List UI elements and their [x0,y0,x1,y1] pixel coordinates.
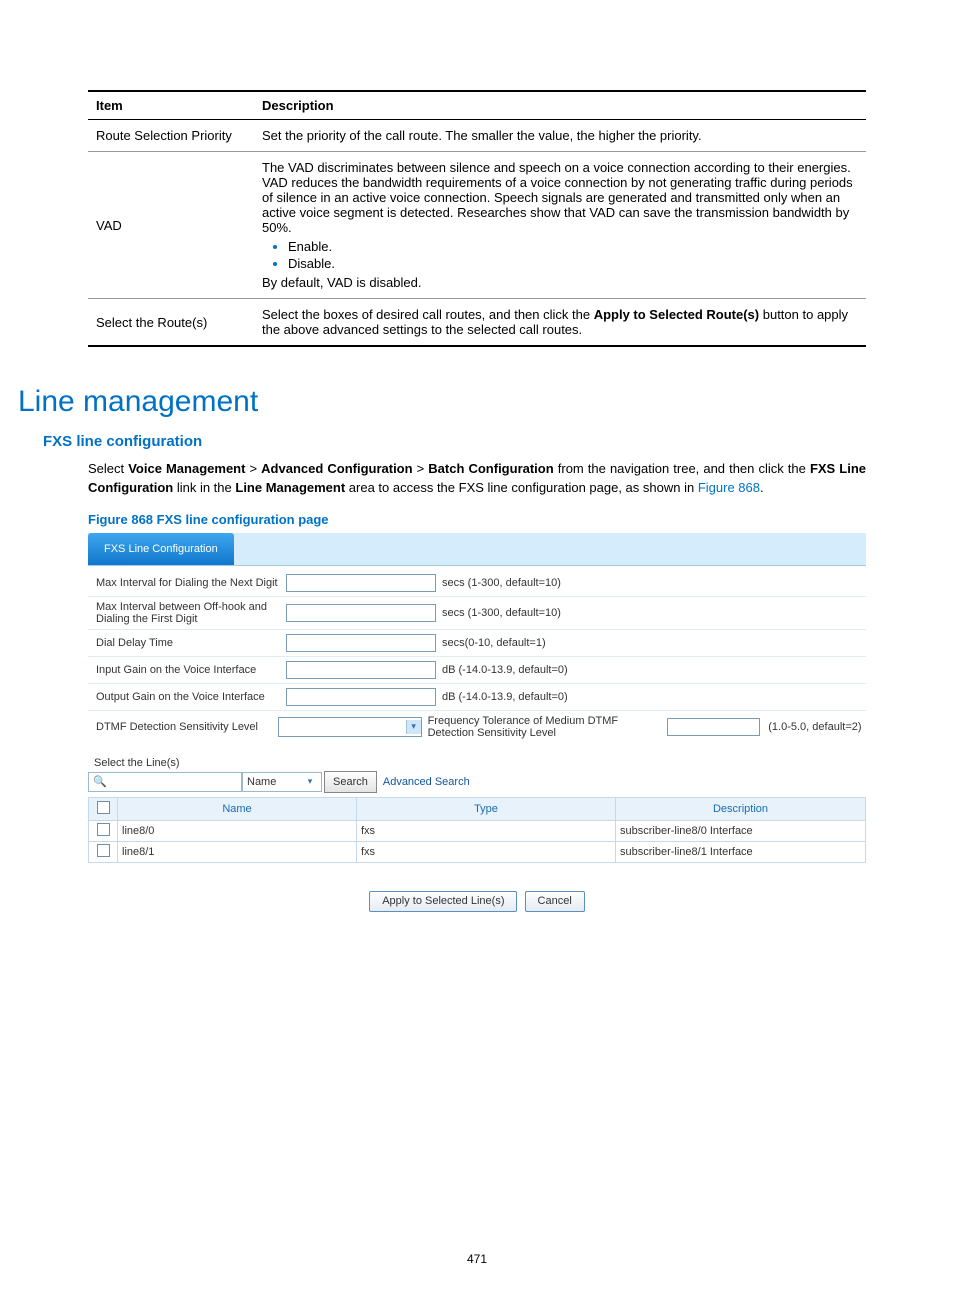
cell-item: VAD [88,152,254,299]
table-row: Select the Route(s) Select the boxes of … [88,299,866,347]
cell-desc: subscriber-line8/0 Interface [616,820,866,841]
row-input-gain: Input Gain on the Voice Interface dB (-1… [88,657,866,684]
tab-bar: FXS Line Configuration [88,533,866,566]
table-header-desc: Description [254,91,866,120]
select-dtmf-sensitivity[interactable]: ▾ [278,717,422,737]
search-input[interactable]: 🔍 [88,772,242,792]
table-row: line8/0 fxs subscriber-line8/0 Interface [89,820,866,841]
hint-text: secs (1-300, default=10) [442,577,864,589]
figure-link[interactable]: Figure 868 [698,480,760,495]
input-freq-tolerance[interactable] [667,718,760,736]
col-name[interactable]: Name [118,797,357,820]
bullet-item: Disable. [288,256,335,271]
hint-text: secs (1-300, default=10) [442,607,864,619]
select-lines-label: Select the Line(s) [88,749,866,771]
col-type[interactable]: Type [357,797,616,820]
hint-text: (1.0-5.0, default=2) [768,721,864,733]
vad-desc-pre: The VAD discriminates between silence an… [262,160,858,235]
bullet-item: Enable. [288,239,332,254]
chevron-down-icon: ▾ [406,720,421,734]
table-row: Route Selection Priority Set the priorit… [88,120,866,152]
page-number: 471 [0,1252,954,1266]
row-dial-delay: Dial Delay Time secs(0-10, default=1) [88,630,866,657]
tab-fxs-line-config[interactable]: FXS Line Configuration [88,533,234,565]
button-row: Apply to Selected Line(s) Cancel [88,891,866,912]
form-section: Max Interval for Dialing the Next Digit … [88,566,866,749]
row-output-gain: Output Gain on the Voice Interface dB (-… [88,684,866,711]
cell-type: fxs [357,841,616,862]
hint-text: dB (-14.0-13.9, default=0) [442,664,864,676]
cancel-button[interactable]: Cancel [525,891,585,912]
apply-routes-bold: Apply to Selected Route(s) [594,307,759,322]
checkbox-row[interactable] [97,823,110,836]
hint-text: dB (-14.0-13.9, default=0) [442,691,864,703]
figure-caption: Figure 868 FXS line configuration page [88,512,866,527]
heading-fxs-line-config: FXS line configuration [43,433,866,450]
apply-button[interactable]: Apply to Selected Line(s) [369,891,517,912]
lines-table: Name Type Description line8/0 fxs subscr… [88,797,866,863]
row-max-interval-next-digit: Max Interval for Dialing the Next Digit … [88,570,866,597]
cell-desc: The VAD discriminates between silence an… [254,152,866,299]
hint-text: Frequency Tolerance of Medium DTMF Detec… [428,715,658,739]
cell-name: line8/0 [118,820,357,841]
input-max-interval-offhook[interactable] [286,604,436,622]
chevron-down-icon: ▾ [303,775,317,789]
table-header-item: Item [88,91,254,120]
input-input-gain[interactable] [286,661,436,679]
input-output-gain[interactable] [286,688,436,706]
table-row: VAD The VAD discriminates between silenc… [88,152,866,299]
row-dtmf-sensitivity: DTMF Detection Sensitivity Level ▾ Frequ… [88,711,866,743]
vad-desc-post: By default, VAD is disabled. [262,275,858,290]
row-max-interval-offhook: Max Interval between Off-hook and Dialin… [88,597,866,630]
search-button[interactable]: Search [324,771,377,793]
cell-desc: Select the boxes of desired call routes,… [254,299,866,347]
route-desc-pre: Select the boxes of desired call routes,… [262,307,594,322]
search-field-select[interactable]: Name ▾ [242,772,322,792]
checkbox-row[interactable] [97,844,110,857]
table-row: line8/1 fxs subscriber-line8/1 Interface [89,841,866,862]
advanced-search-link[interactable]: Advanced Search [383,776,470,788]
input-dial-delay[interactable] [286,634,436,652]
checkbox-all[interactable] [97,801,110,814]
heading-line-management: Line management [18,385,866,419]
intro-paragraph: Select Voice Management > Advanced Confi… [88,460,866,498]
parameter-table: Item Description Route Selection Priorit… [88,90,866,347]
hint-text: secs(0-10, default=1) [442,637,864,649]
input-max-interval-next-digit[interactable] [286,574,436,592]
cell-type: fxs [357,820,616,841]
cell-name: line8/1 [118,841,357,862]
cell-item: Select the Route(s) [88,299,254,347]
cell-desc: Set the priority of the call route. The … [254,120,866,152]
search-row: 🔍 Name ▾ Search Advanced Search [88,771,866,793]
vad-bullets: Enable. Disable. [270,239,858,271]
fxs-config-screenshot: FXS Line Configuration Max Interval for … [88,533,866,912]
search-icon: 🔍 [93,775,107,788]
cell-item: Route Selection Priority [88,120,254,152]
cell-desc: subscriber-line8/1 Interface [616,841,866,862]
col-description[interactable]: Description [616,797,866,820]
